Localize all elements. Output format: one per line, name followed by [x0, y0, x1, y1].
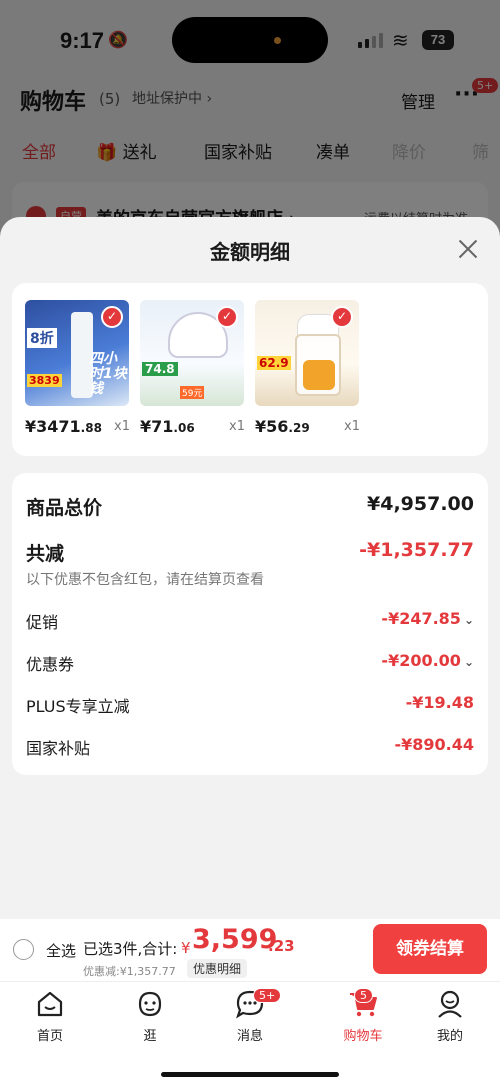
selected-check-icon: ✓ [101, 306, 123, 328]
product-quantity: x1 [344, 419, 360, 434]
selected-check-icon: ✓ [216, 306, 238, 328]
national-subsidy-label: 国家补贴 [26, 739, 91, 758]
coupon-label: 优惠券 [26, 655, 75, 674]
plus-discount-label: PLUS专享立减 [26, 697, 130, 716]
product-price: ¥71.06 [140, 417, 195, 436]
products-card: 8折 3839 四小时1块钱 ✓ ¥3471.88 x1 74.8 59元 ✓ … [12, 283, 488, 456]
checkout-button[interactable]: 领券结算 [373, 924, 487, 974]
chevron-down-icon: ⌄ [463, 613, 474, 627]
tab-profile[interactable]: 我的 [415, 988, 485, 1044]
tab-browse[interactable]: 逛 [115, 988, 185, 1044]
selected-check-icon: ✓ [331, 306, 353, 328]
tab-cart[interactable]: 购物车 5 [328, 988, 398, 1044]
plus-discount-value: -¥19.48 [405, 693, 474, 712]
coupon-value: -¥200.00 ⌄ [381, 651, 474, 670]
amount-detail-sheet: 金额明细 8折 3839 四小时1块钱 ✓ ¥3471.88 x1 74.8 5… [0, 217, 500, 919]
home-indicator [161, 1072, 339, 1077]
tab-messages[interactable]: 消息 5+ [215, 988, 285, 1044]
select-all-label[interactable]: 全选 [46, 940, 76, 961]
promotion-label: 促销 [26, 613, 59, 632]
product-price: ¥56.29 [255, 417, 310, 436]
cart-badge: 5 [354, 988, 373, 1003]
discount-detail-button[interactable]: 优惠明细 [187, 959, 248, 978]
total-price-label: 商品总价 [26, 497, 103, 519]
checkout-bar: 全选 已选3件,合计: ¥ 3,599 .23 优惠减:¥1,357.77 优惠… [0, 919, 500, 981]
food-chopper-image: 62.9 ✓ [255, 300, 359, 406]
price-summary-card: 商品总价 ¥4,957.00 共减 -¥1,357.77 以下优惠不包含红包，请… [12, 473, 488, 775]
checkout-discount-text: 优惠减:¥1,357.77 [83, 965, 176, 978]
checkout-total-cents: .23 [268, 937, 295, 955]
browse-face-icon [138, 991, 162, 1017]
product-quantity: x1 [114, 419, 130, 434]
national-subsidy-value: -¥890.44 [394, 735, 474, 754]
close-icon[interactable] [454, 235, 482, 263]
select-all-checkbox[interactable] [13, 939, 34, 960]
total-discount-value: -¥1,357.77 [359, 539, 474, 561]
message-badge: 5+ [253, 988, 282, 1003]
selected-count-text: 已选3件,合计: [83, 940, 178, 958]
air-conditioner-image: 8折 3839 四小时1块钱 ✓ [25, 300, 129, 406]
tab-home[interactable]: 首页 [15, 988, 85, 1044]
promotion-value: -¥247.85 ⌄ [381, 609, 474, 628]
home-icon [37, 991, 63, 1017]
checkout-total: 3,599 [192, 924, 278, 955]
currency-symbol: ¥ [181, 939, 191, 957]
product-price: ¥3471.88 [25, 417, 102, 436]
profile-icon [438, 990, 462, 1018]
shaver-image: 74.8 59元 ✓ [140, 300, 244, 406]
product-quantity: x1 [229, 419, 245, 434]
chevron-down-icon: ⌄ [463, 655, 474, 669]
total-discount-label: 共减 [26, 543, 65, 565]
total-price-value: ¥4,957.00 [367, 493, 474, 515]
discount-note: 以下优惠不包含红包，请在结算页查看 [26, 572, 264, 588]
sheet-title: 金额明细 [210, 240, 290, 264]
